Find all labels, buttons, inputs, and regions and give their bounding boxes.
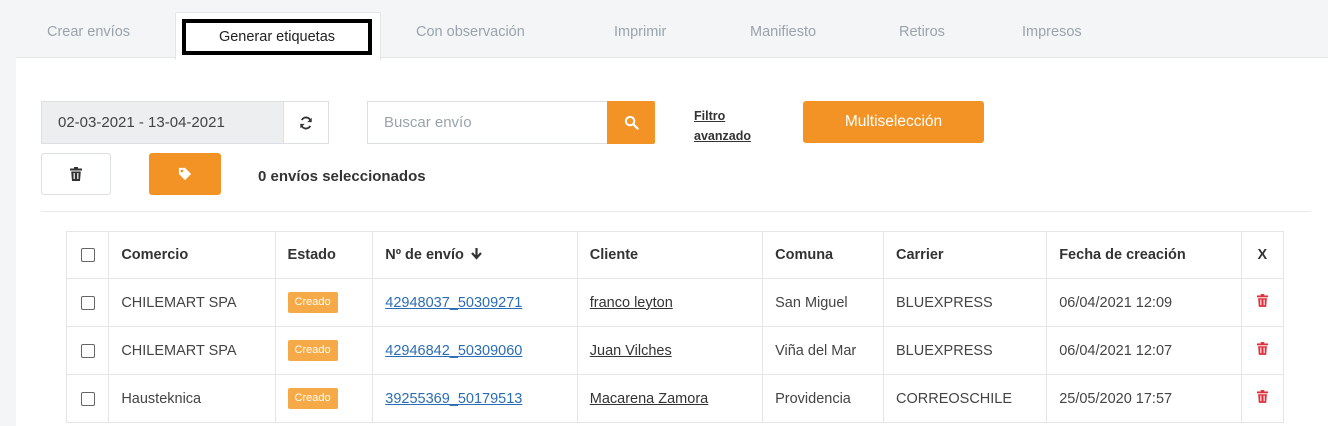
client-link[interactable]: Macarena Zamora	[590, 391, 708, 407]
date-range-picker[interactable]: 02-03-2021 - 13-04-2021	[41, 101, 283, 144]
status-badge: Creado	[287, 292, 338, 313]
status-badge: Creado	[287, 388, 338, 409]
sort-down-icon	[471, 248, 482, 260]
col-x: X	[1240, 231, 1285, 279]
cell-carrier: BLUEXPRESS	[882, 278, 1048, 327]
multiselect-button[interactable]: Multiselección	[803, 101, 984, 143]
col-envio-label: Nº de envío	[385, 247, 464, 263]
delete-row-icon[interactable]	[1256, 294, 1268, 307]
cell-comercio: CHILEMART SPA	[108, 278, 276, 327]
tab-generar-etiquetas[interactable]: Generar etiquetas	[175, 12, 381, 60]
delete-row-icon[interactable]	[1256, 390, 1268, 403]
table-row: CHILEMART SPA Creado 42946842_50309060 J…	[65, 326, 1285, 375]
row-select-cell	[65, 278, 110, 327]
search-icon	[624, 115, 639, 130]
col-envio[interactable]: Nº de envío	[372, 231, 578, 279]
advanced-filter-line2: avanzado	[694, 129, 751, 143]
cell-comuna: Viña del Mar	[762, 326, 884, 375]
cell-comuna: San Miguel	[762, 278, 884, 327]
tab-retiros[interactable]: Retiros	[899, 24, 945, 40]
cell-cliente: franco leyton	[576, 278, 764, 327]
cell-fecha: 25/05/2020 17:57	[1046, 374, 1242, 423]
divider	[41, 211, 1311, 212]
cell-estado: Creado	[274, 326, 374, 375]
tag-icon	[178, 167, 192, 181]
table-row: Hausteknica Creado 39255369_50179513 Mac…	[65, 374, 1285, 423]
advanced-filter-link[interactable]: Filtro avanzado	[694, 106, 774, 146]
cell-comercio: CHILEMART SPA	[108, 326, 276, 375]
table-header-row: Comercio Estado Nº de envío Cliente Comu…	[65, 231, 1285, 279]
selected-count: 0 envíos seleccionados	[258, 168, 426, 185]
shipment-link[interactable]: 42946842_50309060	[385, 343, 522, 359]
row-checkbox[interactable]	[80, 295, 95, 310]
select-all-checkbox[interactable]	[80, 248, 95, 263]
status-badge: Creado	[287, 340, 338, 361]
cell-envio: 42946842_50309060	[372, 326, 578, 375]
cell-estado: Creado	[274, 278, 374, 327]
tab-impresos[interactable]: Impresos	[1022, 24, 1082, 40]
cell-carrier: CORREOSCHILE	[882, 374, 1048, 423]
col-fecha[interactable]: Fecha de creación	[1046, 231, 1242, 279]
cell-carrier: BLUEXPRESS	[882, 326, 1048, 375]
tab-generar-etiquetas-label: Generar etiquetas	[182, 19, 372, 55]
tab-con-observacion[interactable]: Con observación	[416, 24, 525, 40]
tab-imprimir[interactable]: Imprimir	[614, 24, 666, 40]
client-link[interactable]: Juan Vilches	[590, 343, 672, 359]
row-checkbox[interactable]	[80, 343, 95, 358]
cell-cliente: Juan Vilches	[576, 326, 764, 375]
cell-cliente: Macarena Zamora	[576, 374, 764, 423]
tab-manifiesto[interactable]: Manifiesto	[750, 24, 816, 40]
cell-estado: Creado	[274, 374, 374, 423]
generate-labels-button[interactable]	[149, 153, 221, 195]
advanced-filter-line1: Filtro	[694, 109, 726, 123]
delete-row-icon[interactable]	[1256, 342, 1268, 355]
col-carrier[interactable]: Carrier	[882, 231, 1048, 279]
shipment-link[interactable]: 42948037_50309271	[385, 295, 522, 311]
row-checkbox[interactable]	[80, 391, 95, 406]
select-all-cell	[65, 231, 110, 279]
tab-crear-envios[interactable]: Crear envíos	[47, 24, 130, 40]
delete-cell	[1240, 326, 1285, 375]
shipments-table: Comercio Estado Nº de envío Cliente Comu…	[65, 231, 1285, 423]
cell-fecha: 06/04/2021 12:07	[1046, 326, 1242, 375]
cell-envio: 42948037_50309271	[372, 278, 578, 327]
delete-cell	[1240, 374, 1285, 423]
shipment-link[interactable]: 39255369_50179513	[385, 391, 522, 407]
trash-icon	[70, 167, 82, 181]
cell-comercio: Hausteknica	[108, 374, 276, 423]
refresh-button[interactable]	[283, 101, 329, 144]
col-cliente[interactable]: Cliente	[576, 231, 764, 279]
cell-envio: 39255369_50179513	[372, 374, 578, 423]
search-button[interactable]	[607, 101, 655, 144]
delete-selected-button[interactable]	[41, 153, 111, 195]
client-link[interactable]: franco leyton	[590, 295, 673, 311]
row-select-cell	[65, 326, 110, 375]
cell-comuna: Providencia	[762, 374, 884, 423]
refresh-icon	[300, 116, 312, 129]
col-comuna[interactable]: Comuna	[762, 231, 884, 279]
col-comercio[interactable]: Comercio	[108, 231, 276, 279]
table-row: CHILEMART SPA Creado 42948037_50309271 f…	[65, 278, 1285, 327]
tab-bar: Crear envíos Generar etiquetas Con obser…	[0, 0, 1328, 60]
col-estado[interactable]: Estado	[274, 231, 374, 279]
delete-cell	[1240, 278, 1285, 327]
cell-fecha: 06/04/2021 12:09	[1046, 278, 1242, 327]
row-select-cell	[65, 374, 110, 423]
search-input[interactable]	[367, 101, 607, 144]
